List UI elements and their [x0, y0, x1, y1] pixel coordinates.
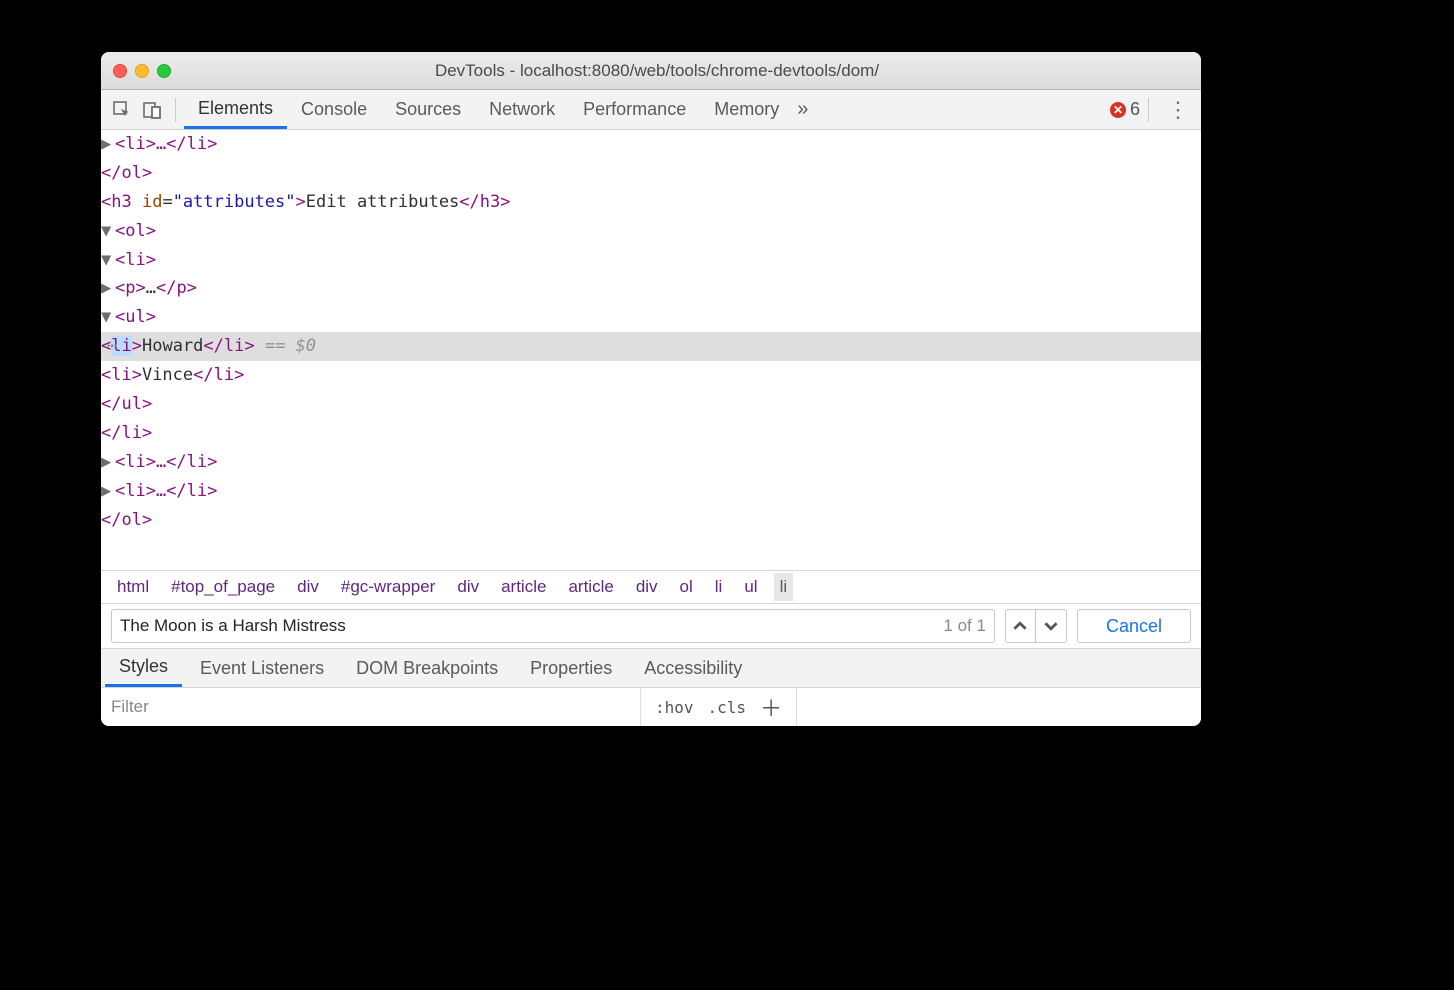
devtools-window: DevTools - localhost:8080/web/tools/chro…: [101, 52, 1201, 726]
styles-subtab-bar: Styles Event Listeners DOM Breakpoints P…: [101, 648, 1201, 688]
dom-node[interactable]: </ol>: [101, 159, 1201, 188]
breadcrumb-item[interactable]: #top_of_page: [165, 573, 281, 601]
tab-memory[interactable]: Memory: [700, 90, 793, 129]
devtools-toolbar: Elements Console Sources Network Perform…: [101, 90, 1201, 130]
breadcrumb-item[interactable]: article: [495, 573, 552, 601]
error-counter[interactable]: ✕ 6: [1110, 99, 1140, 120]
titlebar: DevTools - localhost:8080/web/tools/chro…: [101, 52, 1201, 90]
breadcrumb-item[interactable]: div: [451, 573, 485, 601]
dom-node[interactable]: </ul>: [101, 390, 1201, 419]
breadcrumb-item[interactable]: ul: [738, 573, 763, 601]
separator: [1148, 98, 1149, 122]
tab-sources[interactable]: Sources: [381, 90, 475, 129]
tab-elements[interactable]: Elements: [184, 90, 287, 129]
dom-node[interactable]: <li>Vince</li>: [101, 361, 1201, 390]
breadcrumb-item[interactable]: ol: [674, 573, 699, 601]
subtab-styles[interactable]: Styles: [105, 649, 182, 687]
filter-placeholder: Filter: [111, 697, 149, 717]
cancel-button[interactable]: Cancel: [1077, 609, 1191, 643]
subtab-event-listeners[interactable]: Event Listeners: [186, 649, 338, 687]
subtab-properties[interactable]: Properties: [516, 649, 626, 687]
dom-node[interactable]: ▶<p>…</p>: [101, 274, 1201, 303]
inspect-element-icon[interactable]: [107, 95, 137, 125]
breadcrumb-item[interactable]: #gc-wrapper: [335, 573, 442, 601]
menu-icon[interactable]: ⋮: [1167, 97, 1189, 123]
tab-network[interactable]: Network: [475, 90, 569, 129]
dom-tree[interactable]: ▶<li>…</li> </ol> <h3 id="attributes">Ed…: [101, 130, 1201, 570]
dom-node[interactable]: ▼<li>: [101, 246, 1201, 275]
search-prev-icon[interactable]: [1006, 610, 1036, 642]
subtab-dom-breakpoints[interactable]: DOM Breakpoints: [342, 649, 512, 687]
search-next-icon[interactable]: [1036, 610, 1066, 642]
breadcrumb-item-selected[interactable]: li: [774, 573, 794, 601]
subtab-accessibility[interactable]: Accessibility: [630, 649, 756, 687]
search-input-value: The Moon is a Harsh Mistress: [120, 616, 346, 636]
dom-node-selected[interactable]: <li>Howard</li> == $0: [101, 332, 1201, 361]
tab-console[interactable]: Console: [287, 90, 381, 129]
styles-filter-bar: Filter :hov .cls ＋: [101, 688, 1201, 726]
search-bar: The Moon is a Harsh Mistress 1 of 1 Canc…: [101, 604, 1201, 648]
search-nav-buttons: [1005, 609, 1067, 643]
tab-performance[interactable]: Performance: [569, 90, 700, 129]
dom-node[interactable]: ▼<ol>: [101, 217, 1201, 246]
dom-node[interactable]: </li>: [101, 419, 1201, 448]
dom-node[interactable]: ▶<li>…</li>: [101, 448, 1201, 477]
breadcrumb-item[interactable]: li: [709, 573, 729, 601]
dom-node[interactable]: <h3 id="attributes">Edit attributes</h3>: [101, 188, 1201, 217]
more-tabs-icon[interactable]: »: [797, 98, 808, 121]
hov-toggle[interactable]: :hov: [655, 698, 694, 717]
breadcrumb-item[interactable]: div: [291, 573, 325, 601]
search-result-count: 1 of 1: [943, 616, 986, 636]
device-toolbar-icon[interactable]: [137, 95, 167, 125]
cls-toggle[interactable]: .cls: [708, 698, 747, 717]
breadcrumb-item[interactable]: div: [630, 573, 664, 601]
dom-node[interactable]: ▶<li>…</li>: [101, 477, 1201, 506]
error-icon: ✕: [1110, 102, 1126, 118]
window-title: DevTools - localhost:8080/web/tools/chro…: [125, 61, 1189, 81]
new-style-rule-icon[interactable]: ＋: [760, 691, 782, 723]
dom-node[interactable]: ▼<ul>: [101, 303, 1201, 332]
dom-node[interactable]: ▶<li>…</li>: [101, 130, 1201, 159]
breadcrumb-item[interactable]: html: [111, 573, 155, 601]
search-input[interactable]: The Moon is a Harsh Mistress 1 of 1: [111, 609, 995, 643]
error-count: 6: [1130, 99, 1140, 120]
dom-node[interactable]: </ol>: [101, 506, 1201, 535]
breadcrumb-bar: html #top_of_page div #gc-wrapper div ar…: [101, 570, 1201, 604]
styles-filter-input[interactable]: Filter: [101, 688, 641, 726]
breadcrumb-item[interactable]: article: [562, 573, 619, 601]
separator: [175, 98, 176, 122]
